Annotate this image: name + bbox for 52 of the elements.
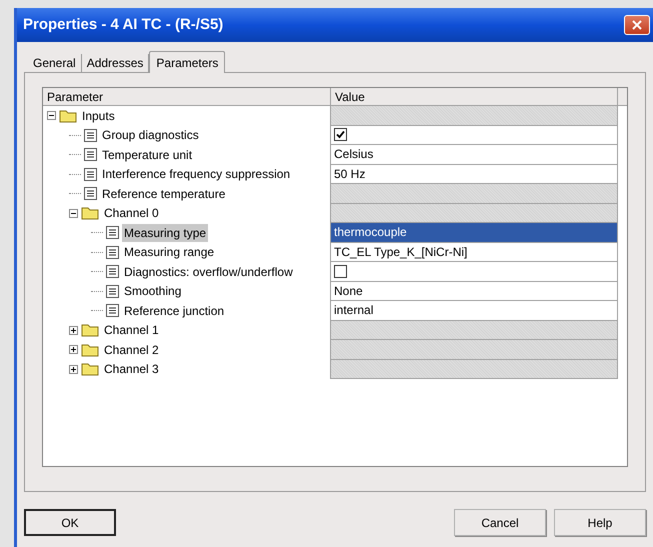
list-icon [106,265,119,278]
folder-icon [81,362,99,376]
column-header[interactable]: Value [331,88,618,105]
parameter-label[interactable]: Temperature unit [100,146,194,164]
list-icon [106,304,119,318]
list-icon [106,284,119,298]
list-icon [84,187,97,200]
list-icon [84,128,97,142]
expander-icon[interactable] [69,208,78,218]
folder-icon [81,206,99,220]
window-title: Properties - 4 AI TC - (R-/S5) [23,14,224,35]
value-cell[interactable] [331,126,618,145]
parameter-label[interactable]: Measuring range [122,243,216,262]
folder-icon [81,342,99,357]
list-icon [106,226,119,240]
parameter-label[interactable]: Inputs [80,106,117,125]
expander-icon[interactable] [69,364,78,374]
tab[interactable]: Parameters [149,51,226,73]
value-cell[interactable] [331,262,618,282]
parameter-label[interactable]: Interference frequency suppression [100,165,292,184]
value-cell[interactable]: thermocouple [331,223,618,242]
value-cell[interactable]: 50 Hz [331,164,618,184]
value-cell[interactable]: Celsius [331,145,618,164]
column-header[interactable]: Parameter [43,88,331,105]
checkbox[interactable] [334,264,347,278]
dialog-button[interactable]: OK [24,509,116,536]
expander-icon[interactable] [69,326,78,335]
close-button[interactable] [624,15,650,35]
parameter-label[interactable]: Channel 3 [102,360,161,378]
value-cell[interactable]: internal [331,301,618,320]
close-icon [632,20,642,30]
parameter-label[interactable]: Group diagnostics [100,126,201,144]
list-icon [84,168,97,181]
parameter-label[interactable]: Channel 2 [102,340,161,359]
parameter-label[interactable]: Smoothing [122,282,184,300]
parameter-label[interactable]: Reference junction [122,302,226,320]
list-icon [84,148,97,162]
tab[interactable]: General [28,54,82,72]
expander-icon[interactable] [47,111,56,120]
folder-icon [81,323,99,338]
list-icon [106,246,119,259]
checkbox[interactable] [334,128,347,142]
parameter-label[interactable]: Diagnostics: overflow/underflow [122,262,295,281]
parameter-label[interactable]: Measuring type [122,224,208,242]
expander-icon[interactable] [69,345,78,354]
value-cell[interactable]: TC_EL Type_K_[NiCr-Ni] [331,242,618,262]
parameter-label[interactable]: Channel 1 [102,321,161,340]
value-cell[interactable]: None [331,282,618,301]
dialog-button[interactable]: Cancel [454,509,546,536]
parameter-label[interactable]: Channel 0 [102,204,161,222]
dialog-button[interactable]: Help [554,509,646,536]
folder-icon [59,108,77,123]
